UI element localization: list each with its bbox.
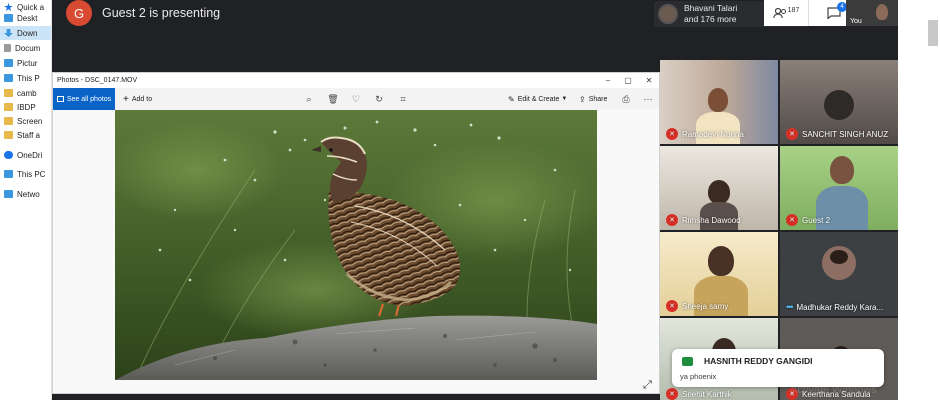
folder-icon <box>4 131 13 139</box>
photos-titlebar: Photos - DSC_0147.MOV – ▢ ✕ <box>53 73 659 88</box>
mic-off-icon: ✕ <box>666 300 678 312</box>
explorer-item-screenshots[interactable]: Screen <box>4 114 42 128</box>
explorer-item-pictures[interactable]: Pictur <box>4 56 37 70</box>
cloud-icon <box>4 151 13 159</box>
network-icon <box>4 190 13 198</box>
explorer-item-this-pc-quick[interactable]: This P <box>4 71 40 85</box>
participant-tile[interactable]: ✕ Sheeja samy <box>660 232 778 316</box>
folder-icon <box>4 117 13 125</box>
participant-tile[interactable]: ✕ Ramadevi Nunna <box>660 60 778 144</box>
participant-avatar-hair <box>830 250 848 264</box>
pc-icon <box>4 170 13 178</box>
file-explorer-sidebar: Quick a Deskt Down Docum Pictur This P c… <box>0 0 52 400</box>
explorer-item-desktop[interactable]: Deskt <box>4 11 37 25</box>
activate-windows-watermark: Activate Windows <box>790 384 877 396</box>
participant-tile[interactable]: ••• Madhukar Reddy Kara... <box>780 232 898 316</box>
explorer-item-ibdp[interactable]: IBDP <box>4 100 36 114</box>
share-button[interactable]: ⇪ Share <box>579 88 607 110</box>
pictures-icon <box>4 59 13 67</box>
mic-off-icon: ✕ <box>666 388 678 400</box>
photos-app-window: Photos - DSC_0147.MOV – ▢ ✕ See all phot… <box>52 72 660 394</box>
add-to-button[interactable]: + Add to <box>123 88 152 110</box>
self-view-tile[interactable]: You <box>846 0 898 26</box>
participant-name: Ramadevi Nunna <box>682 129 744 139</box>
share-icon: ⇪ <box>579 94 586 104</box>
document-icon <box>4 44 11 52</box>
self-view-label: You <box>850 18 862 25</box>
presenting-text: Guest 2 is presenting <box>102 6 221 20</box>
mic-off-icon: ✕ <box>666 128 678 140</box>
folder-icon <box>4 89 13 97</box>
minimize-icon[interactable]: – <box>598 73 618 88</box>
participant-face <box>708 180 730 204</box>
desktop-screen: Quick a Deskt Down Docum Pictur This P c… <box>0 0 940 400</box>
plus-icon: + <box>123 93 129 105</box>
people-button[interactable]: 187 <box>764 0 808 26</box>
participant-tile[interactable]: ✕ SANCHIT SINGH ANUZ <box>780 60 898 144</box>
explorer-item-onedrive[interactable]: OneDri <box>4 148 42 162</box>
participant-tile[interactable]: ✕ Rimsha Dawood <box>660 146 778 230</box>
presenter-chip-name: Bhavani Talari <box>684 3 738 13</box>
presenter-avatar: G <box>66 0 92 26</box>
people-count: 187 <box>787 6 800 14</box>
participant-face <box>824 90 854 120</box>
zoom-icon[interactable]: ⌕ <box>304 94 314 104</box>
chat-message-icon <box>682 357 693 366</box>
explorer-item-documents[interactable]: Docum <box>4 41 40 55</box>
mic-off-icon: ✕ <box>666 214 678 226</box>
scrollbar-thumb[interactable] <box>928 20 938 46</box>
presenter-chip-avatar <box>658 4 678 24</box>
explorer-item-camb[interactable]: camb <box>4 86 37 100</box>
participant-face <box>830 156 854 184</box>
self-view-face <box>876 4 888 20</box>
presenter-chip-more: and 176 more <box>684 14 737 24</box>
chat-notification-toast[interactable]: HASNITH REDDY GANGIDI ya phoenix <box>672 349 884 387</box>
participant-name: Sheeja samy <box>682 301 729 311</box>
quail-photo <box>115 110 597 380</box>
participant-tile[interactable]: ✕ Guest 2 <box>780 146 898 230</box>
download-icon <box>4 29 13 37</box>
maximize-icon[interactable]: ▢ <box>618 73 638 88</box>
background-window-edge <box>898 0 940 400</box>
crop-icon[interactable]: ⌗ <box>398 94 408 104</box>
see-all-photos-button[interactable]: See all photos <box>53 88 115 110</box>
edit-create-icon: ✎ <box>508 94 515 104</box>
toast-message: ya phoenix <box>680 372 717 381</box>
pc-icon <box>4 74 13 82</box>
star-icon <box>4 3 13 11</box>
people-icon <box>772 7 786 19</box>
photos-grid-icon <box>56 96 64 102</box>
participant-name: Rimsha Dawood <box>682 215 741 225</box>
delete-icon[interactable]: 🗑 <box>327 94 338 104</box>
folder-icon <box>4 103 13 111</box>
explorer-item-this-pc[interactable]: This PC <box>4 167 45 181</box>
photos-window-title: Photos - DSC_0147.MOV <box>57 77 138 84</box>
participant-name: Guest 2 <box>802 215 831 225</box>
explorer-item-downloads[interactable]: Down <box>0 26 51 40</box>
participant-name: Snehit Karthik <box>682 389 732 399</box>
participant-name: SANCHIT SINGH ANUZ <box>802 129 889 139</box>
fullscreen-expand-icon[interactable]: ⤢ <box>643 379 655 391</box>
rotate-icon[interactable]: ↻ <box>374 94 384 104</box>
participant-name: Madhukar Reddy Kara... <box>796 302 884 312</box>
more-options-icon[interactable]: ⋯ <box>643 94 653 104</box>
speaking-dots-icon: ••• <box>786 302 794 312</box>
mic-off-icon: ✕ <box>786 214 798 226</box>
desktop-folder-icon <box>4 14 13 22</box>
mic-off-icon: ✕ <box>786 128 798 140</box>
explorer-item-network[interactable]: Netwo <box>4 187 40 201</box>
close-icon[interactable]: ✕ <box>639 73 659 88</box>
participant-face <box>708 246 734 276</box>
print-icon[interactable]: ⎙ <box>621 94 631 104</box>
quail-photo-image <box>115 110 597 380</box>
photos-toolbar: See all photos + Add to ⌕ 🗑 ♡ ↻ ⌗ ✎ Edit… <box>53 88 659 110</box>
edit-create-button[interactable]: ✎ Edit & Create ▼ <box>508 88 567 110</box>
chevron-down-icon: ▼ <box>561 96 568 102</box>
explorer-item-staff[interactable]: Staff a <box>4 128 40 142</box>
presenting-bar: G Guest 2 is presenting <box>52 0 652 26</box>
participant-face <box>708 88 728 112</box>
toast-sender: HASNITH REDDY GANGIDI <box>704 356 813 366</box>
favorite-heart-icon[interactable]: ♡ <box>351 94 361 104</box>
